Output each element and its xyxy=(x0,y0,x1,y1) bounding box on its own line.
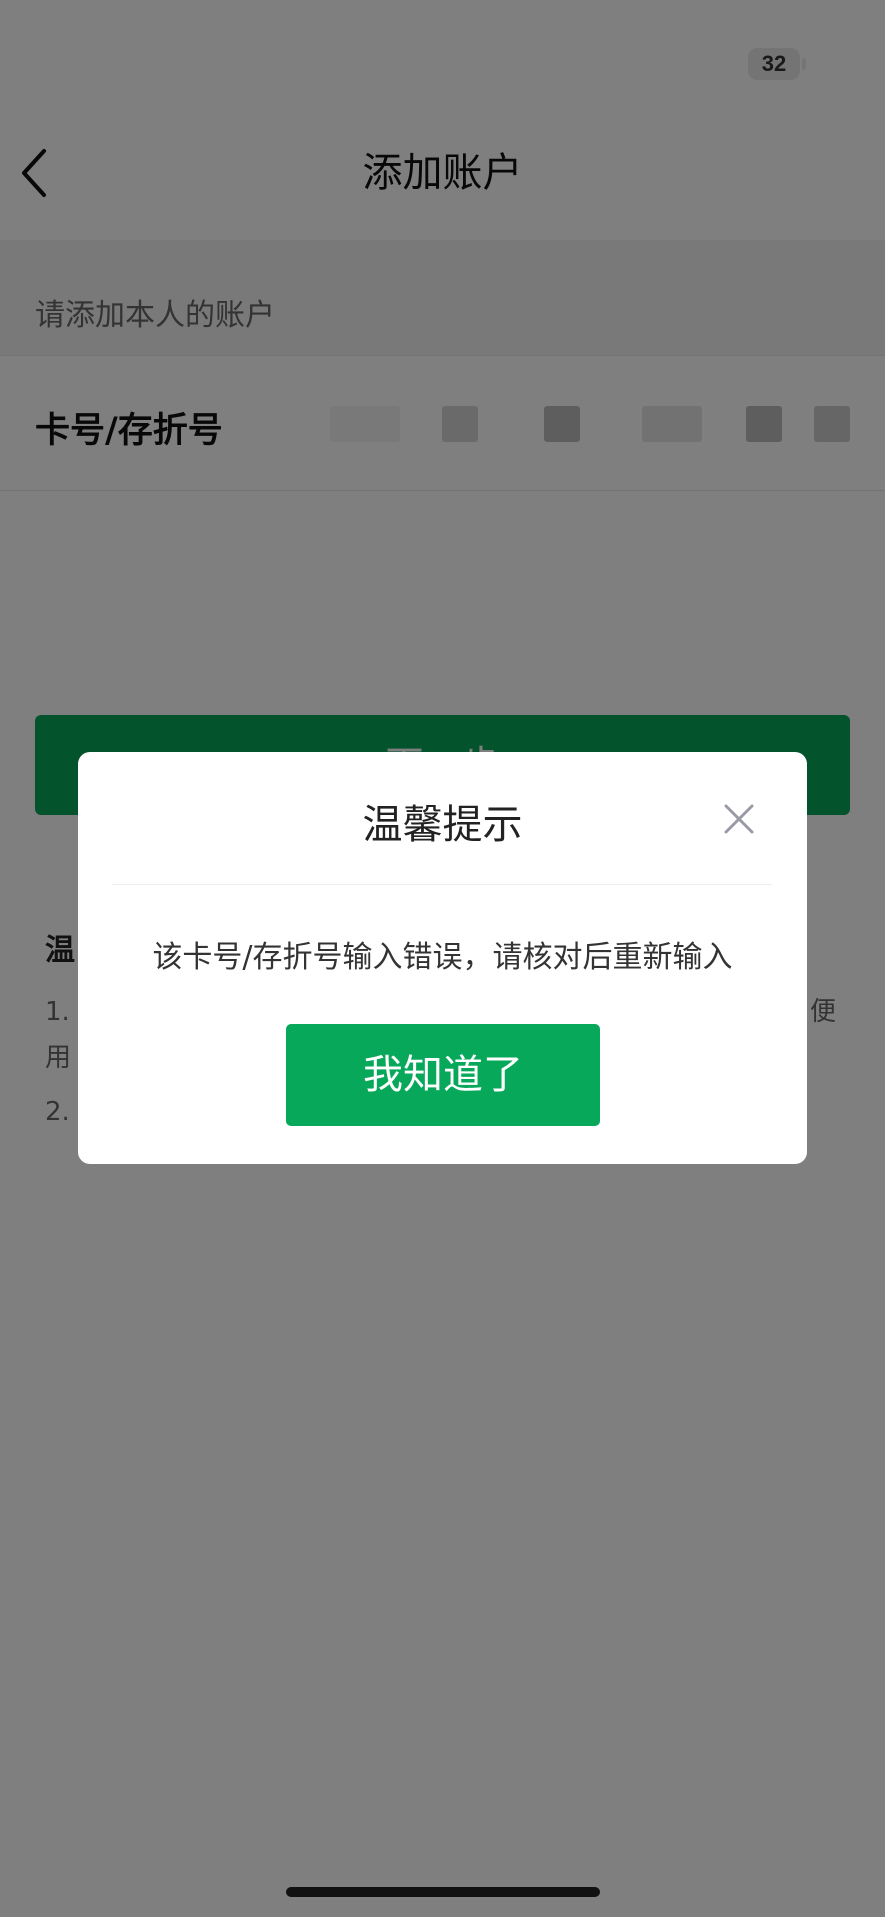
alert-dialog: 温馨提示 该卡号/存折号输入错误，请核对后重新输入 我知道了 xyxy=(78,752,807,1164)
home-indicator[interactable] xyxy=(286,1887,600,1897)
dialog-title: 温馨提示 xyxy=(362,802,523,848)
screen: 18:11 32 添加账户 请添加本人的账户 卡号/存折号 xyxy=(0,0,885,1917)
confirm-button[interactable]: 我知道了 xyxy=(286,1024,600,1126)
dialog-divider xyxy=(112,884,772,885)
dialog-message: 该卡号/存折号输入错误，请核对后重新输入 xyxy=(152,940,733,975)
close-icon[interactable] xyxy=(722,802,756,836)
